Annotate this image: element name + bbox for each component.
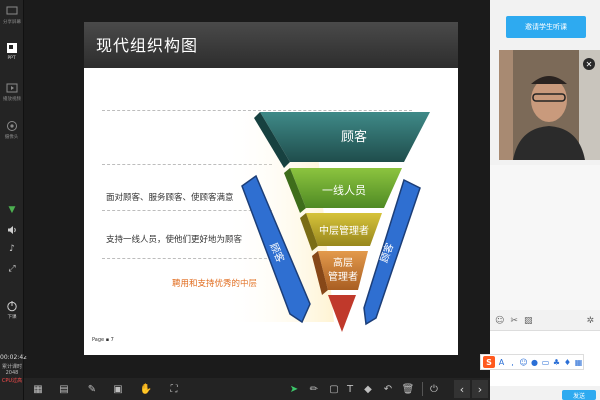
text-tool-icon[interactable]: T bbox=[344, 382, 356, 396]
end-class-button[interactable]: 下课 bbox=[0, 300, 24, 320]
picture-icon[interactable]: ▨ bbox=[524, 316, 533, 326]
slide-stage: 现代组织构图 面对顾客、服务顾客、使顾客满意 支持一线人员，使他们更好地为顾客 … bbox=[24, 0, 490, 356]
elapsed-value: 2048 bbox=[5, 370, 19, 376]
image-icon[interactable]: ▣ bbox=[112, 382, 124, 396]
send-button[interactable]: 发送 bbox=[562, 390, 596, 400]
edit-icon[interactable]: ✎ bbox=[86, 382, 98, 396]
undo-icon[interactable]: ↶ bbox=[382, 382, 394, 396]
page-number: Page ▪ 7 bbox=[92, 337, 114, 343]
fullscreen-icon[interactable]: ⤢ bbox=[0, 264, 24, 274]
keyboard-icon[interactable]: ▭ bbox=[541, 357, 550, 367]
skin-icon[interactable]: ♣ bbox=[552, 357, 561, 367]
screen-share-button[interactable]: 分享屏幕 bbox=[0, 5, 24, 25]
lang-icon[interactable]: A bbox=[497, 357, 506, 367]
play-video-button[interactable]: 播放视频 bbox=[0, 82, 24, 102]
right-panel: 邀请学生听课 ✕ ☺ ✂ ▨ ✲ 发送 bbox=[490, 0, 600, 400]
cpu-warning: CPU过高 bbox=[1, 378, 23, 384]
emoji-icon[interactable]: ☺ bbox=[519, 357, 528, 367]
camera-button[interactable]: 摄像头 bbox=[0, 120, 24, 140]
chat-messages bbox=[490, 165, 600, 310]
power-icon bbox=[5, 300, 19, 312]
eraser-icon[interactable]: ◆ bbox=[362, 382, 374, 396]
ppt-button[interactable]: PPT bbox=[0, 42, 24, 61]
screen-share-icon bbox=[5, 5, 19, 17]
slide: 现代组织构图 面对顾客、服务顾客、使顾客满意 支持一线人员，使他们更好地为顾客 … bbox=[84, 22, 458, 355]
elapsed-label: 累计课时 bbox=[1, 364, 22, 370]
app-window: 分享屏幕 PPT 播放视频 摄像头 ▼ ♪ ⤢ 下课 00:02:42 累计课时… bbox=[0, 0, 600, 400]
cursor-icon[interactable]: ➤ bbox=[288, 382, 300, 396]
prev-slide-button[interactable]: ‹ bbox=[454, 380, 470, 398]
music-icon[interactable]: ♪ bbox=[0, 244, 24, 254]
hand-icon[interactable]: ✋ bbox=[140, 382, 152, 396]
document-icon[interactable]: ▤ bbox=[58, 382, 70, 396]
mic-icon[interactable]: ● bbox=[530, 357, 539, 367]
next-slide-button[interactable]: › bbox=[472, 380, 488, 398]
arrow-down-icon[interactable]: ▼ bbox=[0, 205, 24, 215]
emoji-icon[interactable]: ☺ bbox=[495, 316, 504, 326]
chat-tools: ☺ ✂ ▨ ✲ bbox=[490, 312, 600, 330]
close-video-button[interactable]: ✕ bbox=[583, 58, 595, 70]
pen-icon[interactable]: ✏ bbox=[308, 382, 320, 396]
ppt-icon bbox=[5, 42, 19, 54]
play-video-icon bbox=[5, 82, 19, 94]
level-label-top-1: 高层 bbox=[333, 256, 353, 269]
level-label-frontline: 一线人员 bbox=[322, 183, 366, 197]
volume-icon[interactable] bbox=[0, 225, 24, 235]
invite-students-button[interactable]: 邀请学生听课 bbox=[506, 16, 586, 38]
scissors-icon[interactable]: ✂ bbox=[510, 316, 518, 326]
shape-icon[interactable]: ▢ bbox=[328, 382, 340, 396]
level-label-middle: 中层管理者 bbox=[319, 224, 369, 237]
level-label-top-2: 管理者 bbox=[328, 270, 358, 283]
ime-toolbar: S A , ☺ ● ▭ ♣ ♦ ▦ bbox=[480, 354, 584, 370]
left-toolbar: 分享屏幕 PPT 播放视频 摄像头 ▼ ♪ ⤢ 下课 00:02:42 累计课时… bbox=[0, 0, 27, 400]
settings-icon[interactable]: ✲ bbox=[586, 316, 594, 326]
calendar-icon[interactable]: ▦ bbox=[32, 382, 44, 396]
power-off-icon[interactable]: ⏻ bbox=[428, 382, 440, 396]
level-label-customers: 顾客 bbox=[341, 129, 367, 145]
toolbar-divider bbox=[422, 382, 423, 396]
camera-icon bbox=[5, 120, 19, 132]
punctuation-icon[interactable]: , bbox=[508, 357, 517, 367]
expand-icon[interactable]: ⛶ bbox=[168, 382, 180, 396]
trash-icon[interactable]: 🗑 bbox=[402, 382, 415, 396]
grid-icon[interactable]: ▦ bbox=[574, 357, 583, 367]
bottom-toolbar: ▦ ▤ ✎ ▣ ✋ ⛶ ➤ ✏ ▢ T ◆ ↶ 🗑 ⏻ ‹ › bbox=[24, 378, 490, 400]
shirt-icon[interactable]: ♦ bbox=[563, 357, 572, 367]
class-timer: 00:02:42 bbox=[0, 354, 27, 361]
sogou-icon[interactable]: S bbox=[483, 356, 495, 368]
org-pyramid-diagram: 顾客 一线人员 中层管理者 高层 管理者 顾客 顾客 bbox=[224, 112, 430, 332]
